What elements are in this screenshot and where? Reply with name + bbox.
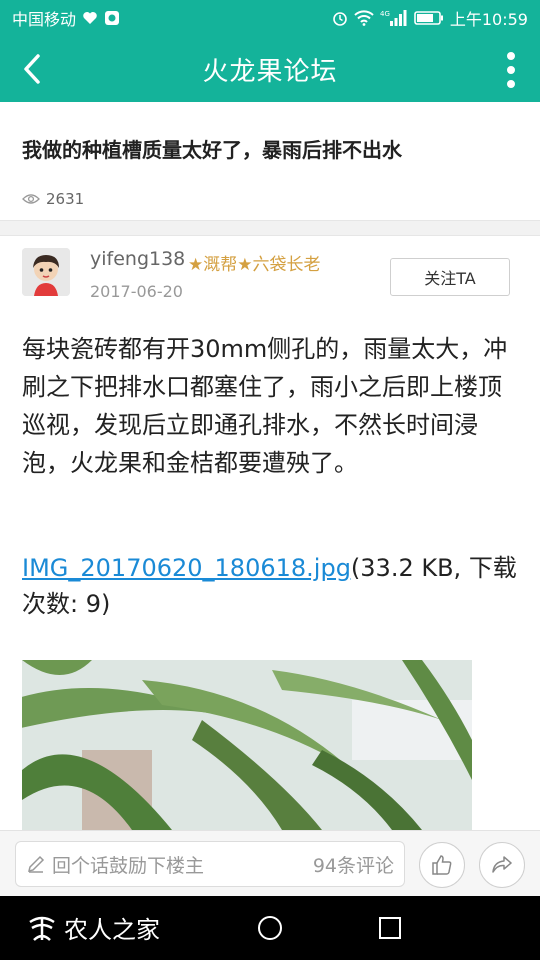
- heart-icon: [82, 11, 98, 25]
- avatar-image: [22, 248, 70, 296]
- thumbs-up-icon: [432, 855, 452, 875]
- status-bar: 中国移动 4G 上午10:59: [0, 0, 540, 36]
- post-date: 2017-06-20: [90, 282, 183, 301]
- eye-icon: [22, 194, 40, 204]
- like-button[interactable]: [419, 842, 465, 888]
- status-left: 中国移动: [12, 6, 120, 30]
- more-vertical-icon: [507, 52, 515, 88]
- home-circle-icon: [258, 916, 282, 940]
- dragon-fruit-plant-image: [22, 660, 472, 830]
- follow-button[interactable]: 关注TA: [390, 258, 510, 296]
- battery-icon: [414, 10, 444, 26]
- brand-name: 农人之家: [64, 916, 160, 944]
- home-button[interactable]: [256, 914, 284, 946]
- comment-count[interactable]: 94条评论: [313, 851, 394, 878]
- brand-logo-icon: [29, 916, 55, 941]
- view-count-value: 2631: [46, 190, 85, 208]
- square-icon: [379, 917, 401, 939]
- comment-input[interactable]: 回个话鼓励下楼主 94条评论: [15, 841, 405, 887]
- comment-placeholder: 回个话鼓励下楼主: [52, 854, 205, 877]
- network-label: 4G: [380, 10, 390, 18]
- carrier-label: 中国移动: [12, 10, 77, 29]
- section-divider: [0, 220, 540, 236]
- system-nav-bar: 农人之家: [0, 896, 540, 960]
- app-notification-icon: [104, 10, 120, 26]
- back-button[interactable]: [18, 52, 48, 86]
- post-body: 每块瓷砖都有开30mm侧孔的，雨量太大，冲刷之下把排水口都塞住了，雨小之后即上楼…: [22, 335, 508, 477]
- clock: 上午10:59: [449, 10, 528, 29]
- view-count: 2631: [22, 190, 84, 208]
- attachment-link[interactable]: IMG_20170620_180618.jpg: [22, 554, 351, 582]
- status-right: 4G 上午10:59: [332, 6, 528, 30]
- more-button[interactable]: [504, 50, 518, 90]
- author-badge: ★溉帮★六袋长老: [188, 255, 321, 275]
- wifi-icon: [354, 10, 374, 26]
- post-title: 我做的种植槽质量太好了，暴雨后排不出水: [22, 138, 402, 162]
- author-name[interactable]: yifeng138: [90, 248, 185, 270]
- alarm-icon: [332, 10, 348, 26]
- avatar[interactable]: [22, 248, 70, 296]
- attachment-line: IMG_20170620_180618.jpg(33.2 KB, 下载次数: 9…: [22, 550, 522, 622]
- share-button[interactable]: [479, 842, 525, 888]
- brand-watermark: 农人之家: [26, 910, 160, 945]
- chevron-left-icon: [24, 54, 40, 84]
- post-photo[interactable]: [22, 660, 472, 830]
- share-icon: [492, 856, 512, 873]
- recent-apps-button[interactable]: [378, 916, 402, 944]
- signal-4g-icon: 4G: [380, 9, 408, 27]
- pencil-icon: [27, 855, 45, 873]
- page-title: 火龙果论坛: [202, 56, 338, 87]
- comment-bar: 回个话鼓励下楼主 94条评论: [0, 830, 540, 896]
- app-bar: 火龙果论坛: [0, 36, 540, 102]
